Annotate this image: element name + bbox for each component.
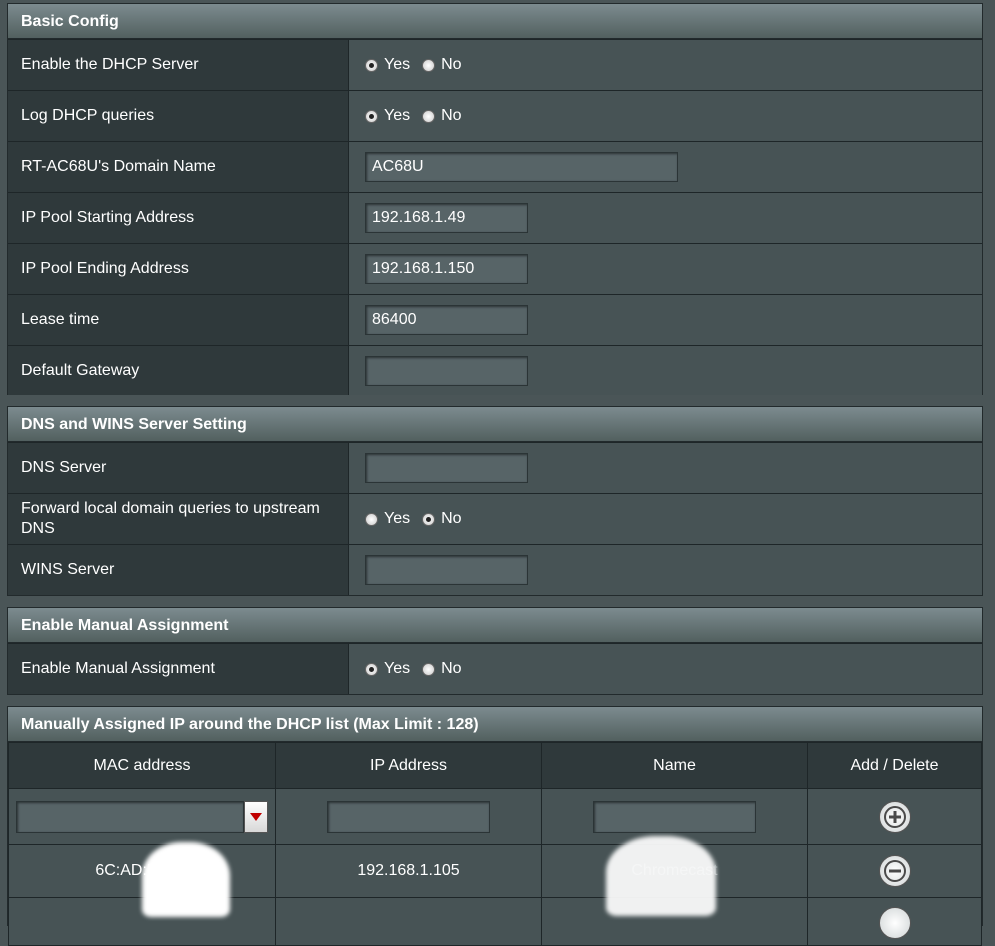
column-header-name: Name (541, 742, 808, 789)
radio-label: Yes (384, 56, 411, 73)
redaction-mark (142, 842, 230, 917)
mac-entry-cell (8, 788, 276, 845)
radio-selected-icon[interactable] (365, 58, 378, 72)
device-name-input[interactable] (593, 800, 756, 833)
manual-assignment-yes-radio[interactable]: Yes (365, 660, 410, 678)
field-label: RT-AC68U's Domain Name (8, 142, 349, 192)
field-label: WINS Server (8, 545, 349, 595)
radio-selected-icon[interactable] (365, 662, 378, 676)
dropdown-button[interactable] (244, 800, 268, 833)
radio-label: No (441, 107, 462, 124)
lease-time-row: Lease time (8, 294, 982, 345)
pool-end-row: IP Pool Ending Address (8, 243, 982, 294)
radio-label: Yes (384, 510, 411, 527)
log-dhcp-no-radio[interactable]: No (422, 107, 462, 125)
log-dhcp-yes-radio[interactable]: Yes (365, 107, 410, 125)
pool-end-input[interactable] (365, 254, 528, 284)
add-button[interactable] (878, 800, 911, 833)
mac-address-combobox[interactable] (16, 800, 268, 833)
dns-wins-section: DNS and WINS Server Setting DNS Server F… (7, 406, 983, 596)
redaction-mark (606, 836, 716, 916)
domain-name-row: RT-AC68U's Domain Name (8, 141, 982, 192)
delete-button[interactable] (878, 855, 911, 887)
ip-entry-cell (275, 788, 542, 845)
column-header-ip: IP Address (275, 742, 542, 789)
field-label: IP Pool Ending Address (8, 244, 349, 294)
mac-address-input[interactable] (16, 800, 244, 833)
radio-selected-icon[interactable] (422, 512, 436, 526)
section-title: Enable Manual Assignment (8, 608, 982, 643)
wins-server-row: WINS Server (8, 544, 982, 595)
pool-start-input[interactable] (365, 203, 528, 233)
radio-label: Yes (384, 660, 411, 677)
column-header-mac: MAC address (8, 742, 276, 789)
add-cell (807, 788, 982, 845)
radio-label: No (441, 660, 462, 677)
field-label: IP Pool Starting Address (8, 193, 349, 243)
manual-assignment-no-radio[interactable]: No (422, 660, 462, 678)
dns-server-row: DNS Server (8, 442, 982, 493)
lease-time-input[interactable] (365, 305, 528, 335)
enable-dhcp-yes-radio[interactable]: Yes (365, 56, 410, 74)
empty-cell (275, 897, 542, 946)
field-label: DNS Server (8, 443, 349, 493)
new-entry-row (8, 788, 982, 845)
minus-circle-icon (883, 860, 906, 882)
radio-unselected-icon[interactable] (422, 58, 436, 72)
field-label: Enable Manual Assignment (8, 644, 349, 694)
radio-unselected-icon[interactable] (422, 662, 436, 676)
field-label: Log DHCP queries (8, 91, 349, 141)
forward-local-no-radio[interactable]: No (422, 510, 462, 528)
field-label: Lease time (8, 295, 349, 345)
plus-circle-icon (883, 805, 906, 828)
delete-cell (807, 844, 982, 898)
manual-assignment-section: Enable Manual Assignment Enable Manual A… (7, 607, 983, 695)
manual-assignment-row: Enable Manual Assignment Yes No (8, 643, 982, 694)
gateway-input[interactable] (365, 355, 528, 386)
field-label: Default Gateway (8, 346, 349, 395)
basic-config-section: Basic Config Enable the DHCP Server Yes … (7, 3, 983, 395)
radio-selected-icon[interactable] (365, 109, 378, 123)
triangle-down-icon (250, 812, 262, 821)
enable-dhcp-no-radio[interactable]: No (422, 56, 462, 74)
domain-name-input[interactable] (365, 152, 678, 182)
radio-label: No (441, 56, 462, 73)
delete-cell (807, 897, 982, 946)
gateway-row: Default Gateway (8, 345, 982, 395)
wins-server-input[interactable] (365, 555, 528, 585)
log-dhcp-row: Log DHCP queries Yes No (8, 90, 982, 141)
radio-unselected-icon[interactable] (365, 512, 378, 526)
ip-address-input[interactable] (327, 800, 490, 833)
delete-button[interactable] (878, 907, 911, 939)
pool-start-row: IP Pool Starting Address (8, 192, 982, 243)
section-title: Manually Assigned IP around the DHCP lis… (8, 707, 982, 742)
radio-unselected-icon[interactable] (422, 109, 436, 123)
forward-local-yes-radio[interactable]: Yes (365, 510, 410, 528)
column-header-action: Add / Delete (807, 742, 982, 789)
forward-local-row: Forward local domain queries to upstream… (8, 493, 982, 544)
field-label: Enable the DHCP Server (8, 40, 349, 90)
section-title: Basic Config (8, 4, 982, 39)
field-label: Forward local domain queries to upstream… (8, 494, 349, 544)
table-header-row: MAC address IP Address Name Add / Delete (8, 742, 982, 789)
enable-dhcp-row: Enable the DHCP Server Yes No (8, 39, 982, 90)
radio-label: Yes (384, 107, 411, 124)
radio-label: No (441, 510, 462, 527)
dns-server-input[interactable] (365, 453, 528, 483)
ip-cell: 192.168.1.105 (275, 844, 542, 898)
section-title: DNS and WINS Server Setting (8, 407, 982, 442)
